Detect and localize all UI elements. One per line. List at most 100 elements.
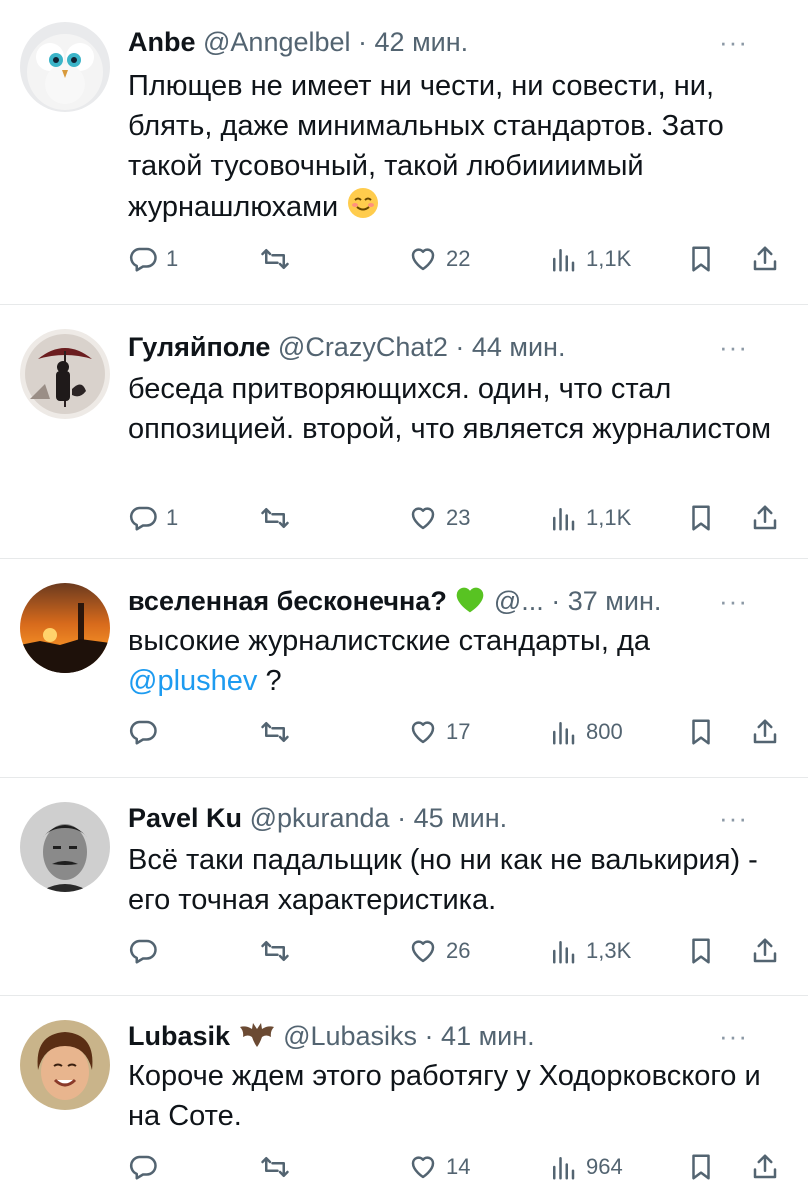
more-options-icon[interactable]: ··· bbox=[719, 22, 748, 62]
share-button[interactable] bbox=[750, 715, 780, 749]
display-name[interactable]: Гуляйполе bbox=[128, 332, 270, 362]
reply-button[interactable] bbox=[128, 1150, 166, 1184]
tweet-header: Pavel Ku @pkuranda · 45 мин. ··· bbox=[128, 798, 768, 838]
avatar[interactable] bbox=[20, 583, 110, 673]
tweet-actions: 1 23 1,1K bbox=[128, 501, 786, 535]
bookmark-button[interactable] bbox=[686, 501, 716, 535]
bookmark-button[interactable] bbox=[686, 1150, 716, 1184]
views-button[interactable]: 1,3K bbox=[548, 934, 631, 968]
tweet-header: Anbe @Anngelbel · 42 мин. ··· bbox=[128, 22, 768, 62]
like-button[interactable]: 22 bbox=[408, 242, 470, 276]
like-button[interactable]: 17 bbox=[408, 715, 470, 749]
reply-button[interactable] bbox=[128, 715, 166, 749]
bookmark-icon bbox=[692, 246, 710, 272]
retweet-button[interactable] bbox=[260, 242, 298, 276]
heart-icon bbox=[411, 507, 435, 530]
views-button[interactable]: 800 bbox=[548, 715, 623, 749]
retweet-button[interactable] bbox=[260, 934, 298, 968]
views-button[interactable]: 1,1K bbox=[548, 242, 631, 276]
bookmark-icon bbox=[692, 1154, 710, 1180]
handle[interactable]: @Anngelbel bbox=[203, 27, 351, 57]
bookmark-button[interactable] bbox=[686, 715, 716, 749]
tweet-actions: 17 800 bbox=[128, 715, 786, 749]
display-name[interactable]: Anbe bbox=[128, 27, 196, 57]
timestamp[interactable]: 44 мин. bbox=[472, 332, 566, 362]
like-button[interactable]: 26 bbox=[408, 934, 470, 968]
separator-dot: · bbox=[389, 803, 414, 833]
reply-button[interactable]: 1 bbox=[128, 501, 178, 535]
separator-dot: · bbox=[543, 586, 568, 616]
timestamp[interactable]: 37 мин. bbox=[568, 586, 662, 616]
like-button[interactable]: 23 bbox=[408, 501, 470, 535]
tweet-universe[interactable]: вселенная бесконечна? @... · 37 мин. ···… bbox=[0, 559, 808, 778]
tweet-lubasik[interactable]: Lubasik @Lubasiks · 41 мин. ··· Короче ж… bbox=[0, 996, 808, 1200]
tweet-header: вселенная бесконечна? @... · 37 мин. ··· bbox=[128, 581, 768, 621]
tweet-actions: 14 964 bbox=[128, 1150, 786, 1184]
more-options-icon[interactable]: ··· bbox=[719, 581, 748, 621]
handle[interactable]: @CrazyChat2 bbox=[278, 332, 448, 362]
retweet-icon bbox=[261, 941, 289, 961]
reply-count: 1 bbox=[166, 505, 179, 530]
avatar[interactable] bbox=[20, 22, 110, 112]
retweet-button[interactable] bbox=[260, 715, 298, 749]
reply-button[interactable] bbox=[128, 934, 166, 968]
tweet-anbe[interactable]: Anbe @Anngelbel · 42 мин. ··· Плющев не … bbox=[0, 0, 808, 305]
more-options-icon[interactable]: ··· bbox=[719, 327, 748, 367]
retweet-icon bbox=[261, 508, 289, 528]
tweet-text: Всё таки падальщик (но ни как не валькир… bbox=[128, 840, 786, 920]
more-options-icon[interactable]: ··· bbox=[719, 798, 748, 838]
separator-dot: · bbox=[350, 27, 375, 57]
separator-dot: · bbox=[417, 1021, 442, 1051]
retweet-button[interactable] bbox=[260, 501, 298, 535]
handle[interactable]: @Lubasiks bbox=[283, 1021, 417, 1051]
tweet-body: высокие журналистские стандарты, да bbox=[128, 625, 651, 657]
share-button[interactable] bbox=[750, 1150, 780, 1184]
share-button[interactable] bbox=[750, 501, 780, 535]
like-count: 23 bbox=[446, 505, 471, 530]
handle[interactable]: @pkuranda bbox=[250, 803, 390, 833]
reply-button[interactable]: 1 bbox=[128, 242, 178, 276]
timestamp[interactable]: 45 мин. bbox=[414, 803, 508, 833]
share-button[interactable] bbox=[750, 242, 780, 276]
display-name[interactable]: Lubasik bbox=[128, 1021, 230, 1051]
display-name[interactable]: вселенная бесконечна? bbox=[128, 586, 447, 616]
avatar[interactable] bbox=[20, 329, 110, 419]
share-icon bbox=[753, 938, 777, 963]
bookmark-button[interactable] bbox=[686, 934, 716, 968]
views-button[interactable]: 1,1K bbox=[548, 501, 631, 535]
avatar[interactable] bbox=[20, 802, 110, 892]
reply-icon bbox=[129, 1155, 157, 1180]
share-button[interactable] bbox=[750, 934, 780, 968]
heart-icon bbox=[411, 1156, 435, 1179]
view-count: 964 bbox=[586, 1154, 623, 1179]
bookmark-button[interactable] bbox=[686, 242, 716, 276]
tweet-text: Плющев не имеет ни чести, ни совести, ни… bbox=[128, 66, 786, 231]
view-count: 1,1K bbox=[586, 246, 632, 271]
like-button[interactable]: 14 bbox=[408, 1150, 470, 1184]
avatar-image bbox=[20, 329, 110, 419]
mention-link[interactable]: @plushev bbox=[128, 665, 257, 697]
share-icon bbox=[753, 719, 777, 744]
tweet-header: Гуляйполе @CrazyChat2 · 44 мин. ··· bbox=[128, 327, 768, 367]
heart-icon bbox=[411, 940, 435, 963]
share-icon bbox=[753, 246, 777, 271]
timestamp[interactable]: 42 мин. bbox=[375, 27, 469, 57]
tweet-body: Всё таки падальщик (но ни как не валькир… bbox=[128, 844, 758, 916]
reply-icon bbox=[129, 939, 157, 964]
tweet-crazychat[interactable]: Гуляйполе @CrazyChat2 · 44 мин. ··· бесе… bbox=[0, 305, 808, 559]
more-options-icon[interactable]: ··· bbox=[719, 1016, 748, 1056]
bookmark-icon bbox=[692, 938, 710, 964]
avatar[interactable] bbox=[20, 1020, 110, 1110]
timestamp[interactable]: 41 мин. bbox=[441, 1021, 535, 1051]
relieved-face-emoji-icon bbox=[346, 186, 380, 231]
tweet-text: беседа притворяющихся. один, что стал оп… bbox=[128, 369, 786, 449]
tweet-pavel[interactable]: Pavel Ku @pkuranda · 45 мин. ··· Всё так… bbox=[0, 778, 808, 996]
views-chart-icon bbox=[553, 1157, 575, 1180]
like-count: 14 bbox=[446, 1154, 471, 1179]
retweet-button[interactable] bbox=[260, 1150, 298, 1184]
handle[interactable]: @... bbox=[494, 586, 544, 616]
views-button[interactable]: 964 bbox=[548, 1150, 623, 1184]
tweet-actions: 26 1,3K bbox=[128, 934, 786, 968]
tweet-header: Lubasik @Lubasiks · 41 мин. ··· bbox=[128, 1016, 768, 1056]
display-name[interactable]: Pavel Ku bbox=[128, 803, 242, 833]
